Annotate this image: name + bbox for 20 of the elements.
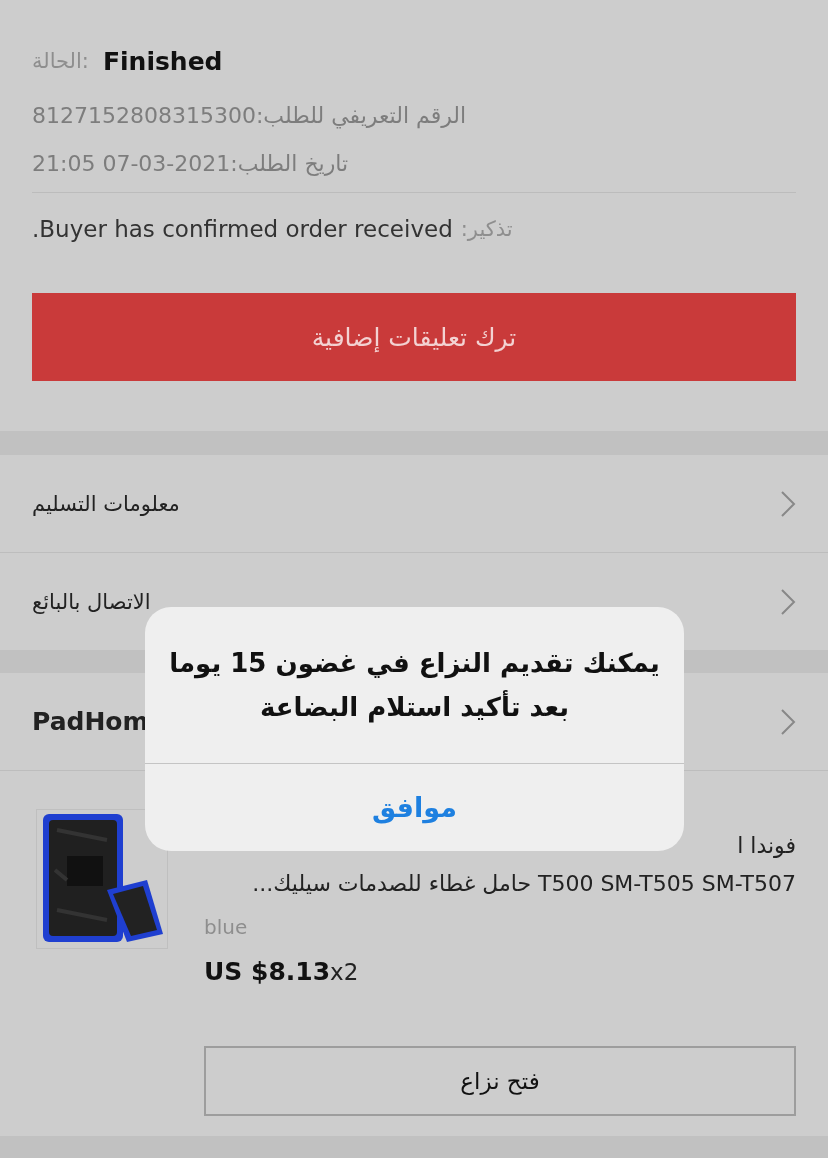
order-date-label: تاريخ الطلب: [230,150,349,178]
product-variant: blue [204,915,248,939]
order-id: 8127152808315300 [32,102,256,130]
product-quantity: x2 [330,959,359,985]
order-date: 21:05 07-03-2021 [32,150,231,178]
menu-item[interactable]: الاتصال بالبائع [32,589,151,614]
status-label: الحالة: [32,49,89,73]
chevron-icon [780,587,796,616]
chevron-icon [780,707,796,736]
order-status: Finished [102,46,223,76]
dispute-button[interactable]: فتح نزاع [204,1046,796,1116]
feedback-button[interactable]: ترك تعليقات إضافية [32,293,796,381]
menu-item[interactable]: معلومات التسليم [32,491,180,516]
reminder-text: Buyer has confirmed order received. [32,216,453,242]
ok-button[interactable]: موافق [145,763,684,851]
order-id-label: الرقم التعريفي للطلب: [255,102,467,131]
reminder-label: تذكير: [460,217,513,241]
chevron-icon [780,489,796,518]
product-price: US $8.13 [204,957,331,986]
dialog-message: يمكنك تقديم النزاع في غضون 15 يوما بعد تأكيد استلام البضاعة [168,647,661,725]
